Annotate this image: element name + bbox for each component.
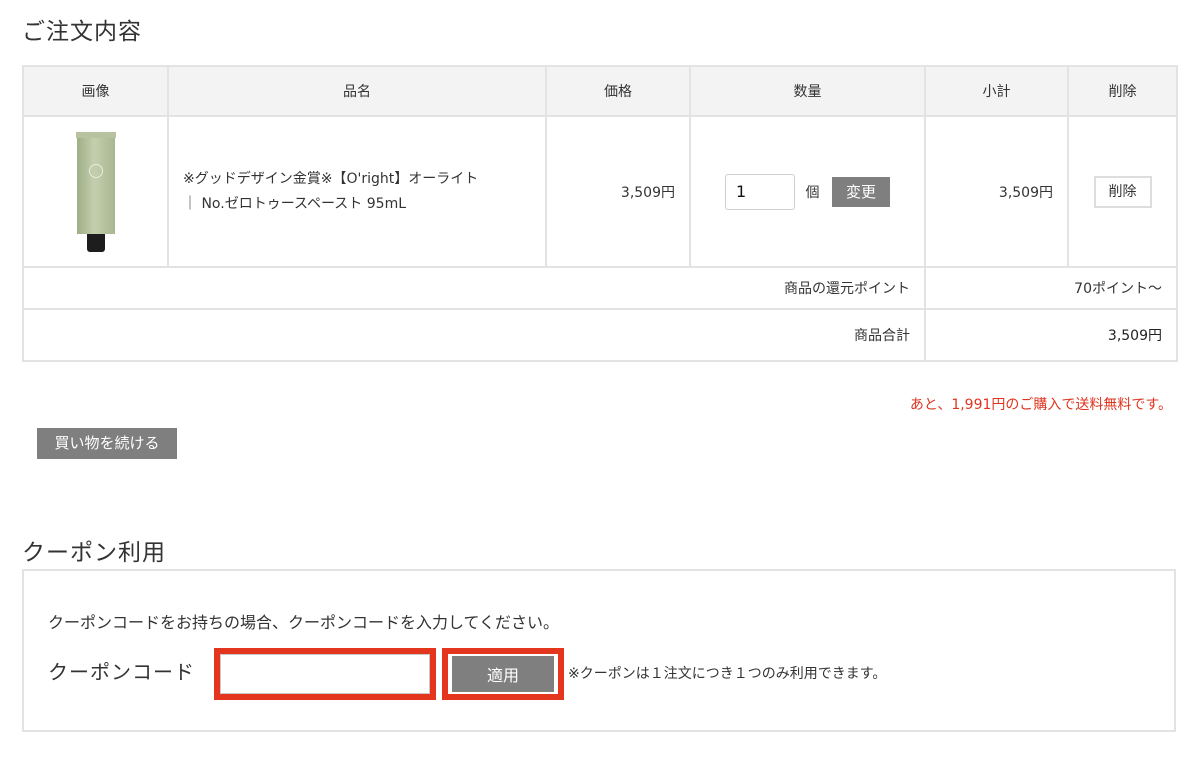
total-value: 3,509円: [924, 308, 1178, 362]
delete-item-button[interactable]: 削除: [1093, 175, 1152, 208]
coupon-title: クーポン利用: [22, 540, 166, 566]
quantity-input[interactable]: 1: [725, 173, 796, 210]
change-quantity-button[interactable]: 変更: [831, 176, 890, 207]
cart-header-row: 画像 品名 価格 数量 小計 削除: [22, 65, 1178, 117]
total-label: 商品合計: [22, 308, 926, 362]
coupon-box: クーポンコードをお持ちの場合、クーポンコードを入力してください。 クーポンコード…: [22, 569, 1176, 732]
table-row: ※グッドデザイン金賞※【O'right】オーライト ｜ No.ゼロトゥースペース…: [22, 115, 1178, 268]
coupon-input-highlight: [214, 648, 436, 700]
header-delete: 削除: [1067, 65, 1178, 117]
cart-table: 画像 品名 価格 数量 小計 削除 ※グッドデザイン金賞※【O'right】オー…: [22, 65, 1178, 362]
apply-coupon-button[interactable]: 適用: [452, 656, 554, 692]
points-value: 70ポイント〜: [924, 266, 1178, 310]
product-subtotal: 3,509円: [924, 115, 1069, 268]
header-quantity: 数量: [689, 65, 926, 117]
product-image[interactable]: [75, 131, 116, 252]
product-name-line2: ｜ No.ゼロトゥースペースト 95mL: [183, 195, 407, 212]
coupon-note: ※クーポンは１注文につき１つのみ利用できます。: [568, 666, 887, 682]
apply-button-highlight: 適用: [442, 648, 564, 700]
coupon-code-label: クーポンコード: [48, 660, 195, 684]
header-name: 品名: [167, 65, 547, 117]
points-row: 商品の還元ポイント 70ポイント〜: [22, 266, 1178, 310]
quantity-unit: 個: [805, 184, 820, 201]
product-price: 3,509円: [545, 115, 691, 268]
product-image-cell: [22, 115, 169, 268]
header-price: 価格: [545, 65, 691, 117]
quantity-cell: 1 個 変更: [689, 115, 926, 268]
product-name-line1: ※グッドデザイン金賞※【O'right】オーライト: [183, 170, 479, 187]
points-label: 商品の還元ポイント: [22, 266, 926, 310]
delete-cell: 削除: [1067, 115, 1178, 268]
header-image: 画像: [22, 65, 169, 117]
order-title: ご注文内容: [22, 19, 142, 45]
product-name-cell: ※グッドデザイン金賞※【O'right】オーライト ｜ No.ゼロトゥースペース…: [167, 115, 547, 268]
header-subtotal: 小計: [924, 65, 1069, 117]
coupon-description: クーポンコードをお持ちの場合、クーポンコードを入力してください。: [48, 613, 560, 632]
coupon-code-input[interactable]: [220, 654, 430, 694]
free-shipping-notice: あと、1,991円のご購入で送料無料です。: [909, 397, 1172, 413]
continue-shopping-button[interactable]: 買い物を続ける: [37, 428, 177, 459]
total-row: 商品合計 3,509円: [22, 308, 1178, 362]
